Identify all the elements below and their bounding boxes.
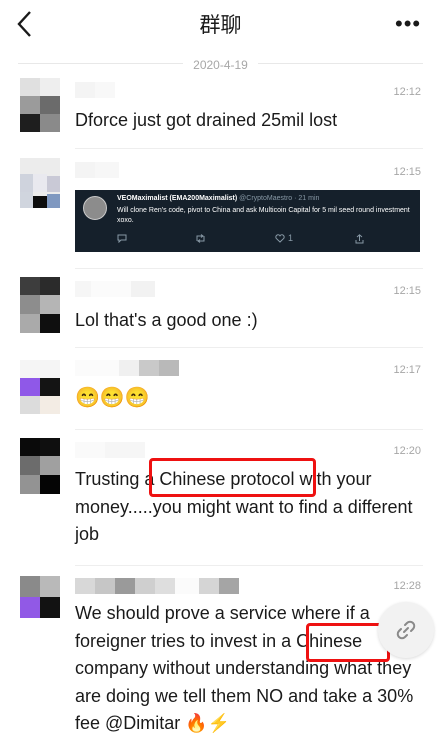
tweet-like-count: 1 [288, 233, 294, 243]
top-bar: 群聊 ••• [0, 0, 441, 50]
message-time: 12:17 [393, 364, 421, 376]
tweet-handle-time: @CryptoMaestro · 21 min [239, 195, 320, 202]
tweet-avatar [83, 196, 107, 220]
message-divider [75, 148, 423, 149]
message-text: Dforce just got drained 25mil lost [75, 110, 338, 130]
highlight-box [149, 458, 316, 497]
avatar[interactable] [20, 360, 60, 414]
sender-name-blurred [75, 82, 115, 98]
message-text: We should prove a service where if a for… [75, 603, 414, 733]
avatar[interactable] [20, 438, 60, 494]
tweet-author: VEOMaximalist (EMA200Maximalist) [117, 195, 238, 202]
sender-name-blurred [75, 281, 155, 297]
link-icon [396, 620, 416, 640]
sender-name-blurred [75, 360, 179, 376]
comment-icon [117, 234, 127, 243]
sender-name-blurred [75, 442, 145, 458]
sender-name-blurred [75, 578, 239, 594]
avatar[interactable] [20, 158, 60, 212]
message-text: Lol that's a good one :) [75, 310, 258, 330]
message-divider [75, 347, 423, 348]
tweet-body: Will clone Ren's code, pivot to China an… [117, 207, 410, 224]
message-time: 12:12 [393, 86, 421, 98]
retweet-icon [196, 234, 205, 243]
message-divider [75, 429, 423, 430]
message-time: 12:15 [393, 285, 421, 297]
sender-name-blurred [75, 162, 119, 178]
tweet-screenshot[interactable]: VEOMaximalist (EMA200Maximalist) @Crypto… [75, 190, 420, 252]
tweet-header: VEOMaximalist (EMA200Maximalist) @Crypto… [117, 195, 319, 202]
message-divider [75, 268, 423, 269]
more-options-icon[interactable]: ••• [395, 13, 423, 35]
avatar[interactable] [20, 277, 60, 333]
avatar[interactable] [20, 576, 60, 630]
date-label: 2020-4-19 [183, 58, 258, 72]
link-float-button[interactable] [378, 602, 434, 658]
message-time: 12:15 [393, 166, 421, 178]
message-time: 12:20 [393, 445, 421, 457]
avatar[interactable] [20, 78, 60, 132]
heart-icon [275, 234, 285, 243]
message-text: 😁😁😁 [75, 387, 150, 409]
date-divider: 2020-4-19 [0, 56, 441, 74]
message-divider [75, 565, 423, 566]
share-icon [355, 234, 364, 244]
message-time: 12:28 [393, 580, 421, 592]
chat-title: 群聊 [199, 13, 242, 37]
